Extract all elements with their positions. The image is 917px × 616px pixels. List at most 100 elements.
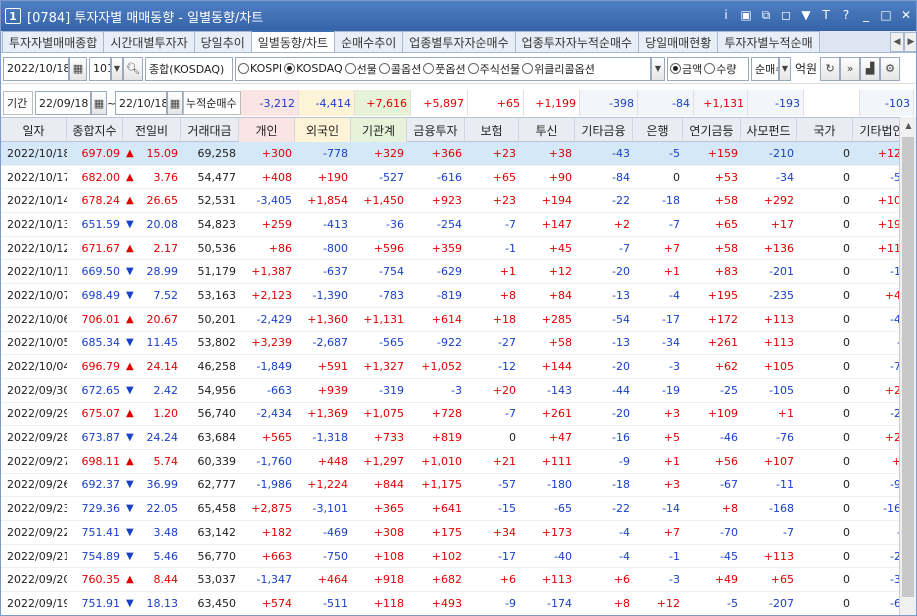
to-calendar-button[interactable]: ▦ [167, 91, 183, 115]
column-header[interactable]: 사모펀드 [741, 118, 797, 142]
table-row[interactable]: 2022/10/13 651.59 ▼ 20.08 54,823 +259 -413 -36 -… [1, 213, 916, 237]
tab-item[interactable]: 시간대별투자자 [103, 31, 195, 52]
settings-button[interactable]: ⚙ [880, 56, 901, 81]
radio-label: KOSDAQ [296, 62, 343, 75]
title-bar-button[interactable]: ◻ [778, 7, 794, 23]
tab-item[interactable]: 순매수추이 [334, 31, 404, 52]
table-row[interactable]: 2022/09/28 673.87 ▼ 24.24 63,684 +565 -1,318 +7… [1, 426, 916, 450]
radio-circle-icon[interactable] [704, 63, 716, 74]
title-bar-button[interactable]: ▣ [738, 7, 754, 23]
radio-circle-icon[interactable] [670, 63, 681, 74]
column-header[interactable]: 기타금융 [575, 118, 633, 142]
column-header[interactable]: 종합지수 [67, 118, 123, 142]
search-button[interactable]: 🔍︎ [123, 56, 143, 81]
radio-circle-icon[interactable] [284, 63, 296, 74]
table-row[interactable]: 2022/09/22 751.41 ▼ 3.48 63,142 +182 -469 +308 +… [1, 521, 916, 545]
type-dropdown-button[interactable]: ▼ [779, 56, 791, 81]
radio-option[interactable]: 수량 [704, 61, 737, 77]
radio-option[interactable]: KOSPI [238, 62, 282, 75]
market-dropdown-button[interactable]: ▼ [651, 56, 665, 81]
period-to-input[interactable]: 22/10/18 [115, 91, 167, 115]
column-header[interactable]: 외국인 [295, 118, 351, 142]
vertical-scrollbar[interactable]: ▲ [899, 117, 916, 615]
title-bar-button[interactable]: i [718, 7, 734, 23]
column-header[interactable]: 기관계 [351, 118, 407, 142]
table-row[interactable]: 2022/10/06 706.01 ▲ 20.67 50,201 -2,429 +1,360… [1, 308, 916, 332]
title-bar-button[interactable]: ✕ [898, 7, 914, 23]
table-row[interactable]: 2022/09/30 672.65 ▼ 2.42 54,956 -663 +939 -319 -… [1, 379, 916, 403]
title-bar-button[interactable]: ⧉ [758, 7, 774, 23]
radio-option[interactable]: KOSDAQ [284, 62, 343, 75]
column-header[interactable]: 연기금등 [683, 118, 741, 142]
title-bar-button[interactable]: ? [838, 7, 854, 23]
table-row[interactable]: 2022/10/17 682.00 ▲ 3.76 54,477 +408 +190 -527 -… [1, 166, 916, 190]
chart-button[interactable]: ▟ [860, 56, 881, 81]
table-row[interactable]: 2022/10/11 669.50 ▼ 28.99 51,179 +1,387 -637 -7… [1, 260, 916, 285]
date-input[interactable]: 2022/10/18 [3, 56, 69, 81]
refresh-button[interactable]: ↻ [820, 56, 841, 81]
column-header[interactable]: 국가 [797, 118, 853, 142]
table-row[interactable]: 2022/10/04 696.79 ▲ 24.14 46,258 -1,849 +591 +1… [1, 355, 916, 379]
table-cell: -319 [379, 383, 404, 397]
code-dropdown-button[interactable]: ▼ [111, 56, 123, 81]
column-header[interactable]: 거래대금 [181, 118, 239, 142]
radio-option[interactable]: 금액 [670, 61, 702, 77]
scroll-thumb[interactable] [902, 137, 914, 597]
table-row[interactable]: 2022/10/14 678.24 ▲ 26.65 52,531 -3,405 +1,854… [1, 189, 916, 214]
market-code-input[interactable]: 101 [89, 56, 111, 81]
tab-item[interactable]: 업종투자자누적순매수 [514, 31, 640, 52]
tab-item[interactable]: 업종별투자자순매수 [402, 31, 516, 52]
table-row[interactable]: 2022/09/20 760.35 ▲ 8.44 53,037 -1,347 +464 +91… [1, 568, 916, 593]
column-header[interactable]: 전일비 [123, 118, 181, 142]
table-row[interactable]: 2022/09/26 692.37 ▼ 36.99 62,777 -1,986 +1,224… [1, 474, 916, 498]
column-header[interactable]: 일자 [1, 118, 67, 142]
change-value: 20.08 [146, 217, 179, 231]
table-row[interactable]: 2022/10/05 685.34 ▼ 11.45 53,802 +3,239 -2,687… [1, 332, 916, 356]
column-header[interactable]: 개인 [239, 118, 295, 142]
next-button[interactable]: » [840, 56, 861, 81]
table-row[interactable]: 2022/09/23 729.36 ▼ 22.05 65,458 +2,875 -3,101… [1, 497, 916, 521]
radio-option[interactable]: 풋옵션 [423, 61, 466, 77]
radio-circle-icon[interactable] [522, 63, 534, 74]
title-bar-button[interactable]: ▼ [798, 7, 814, 23]
radio-circle-icon[interactable] [238, 63, 249, 74]
table-cell: +819 [431, 431, 462, 445]
type-select[interactable]: 순매수 [751, 56, 779, 81]
table-row[interactable]: 2022/10/18 697.09 ▲ 15.09 69,258 +300 -778 +329… [1, 142, 916, 166]
table-row[interactable]: 2022/09/29 675.07 ▲ 1.20 56,740 -2,434 +1,369 +… [1, 403, 916, 427]
scroll-up-icon[interactable]: ▲ [900, 117, 916, 134]
tab-item[interactable]: 당일매매현황 [638, 31, 719, 52]
radio-circle-icon[interactable] [378, 63, 390, 74]
table-cell: +1,052 [421, 360, 462, 374]
title-bar-button[interactable]: _ [858, 7, 874, 23]
column-header[interactable]: 금융투자 [407, 118, 465, 142]
table-row[interactable]: 2022/10/07 698.49 ▼ 7.52 53,163 +2,123 -1,390 -… [1, 284, 916, 308]
tab-item[interactable]: 투자자별누적순매 [717, 31, 820, 52]
from-calendar-button[interactable]: ▦ [91, 91, 107, 115]
column-header[interactable]: 보험 [465, 118, 519, 142]
radio-circle-icon[interactable] [344, 63, 356, 74]
tab-item[interactable]: 일별동향/차트 [250, 30, 336, 52]
table-row[interactable]: 2022/09/27 698.11 ▲ 5.74 60,339 -1,760 +448 +1,… [1, 450, 916, 474]
tab-item[interactable]: 투자자별매매종합 [2, 31, 105, 52]
tab-item[interactable]: 당일추이 [193, 31, 252, 52]
tab-scroll-left-icon[interactable]: ◀ [890, 32, 904, 52]
table-row[interactable]: 2022/09/19 751.91 ▼ 18.13 63,450 +574 -511 +118… [1, 592, 916, 615]
radio-option[interactable]: 선물 [344, 61, 377, 77]
table-row[interactable]: 2022/10/12 671.67 ▲ 2.17 50,536 +86 -800 +596 +3… [1, 237, 916, 261]
radio-option[interactable]: 콜옵션 [378, 61, 421, 77]
column-header[interactable]: 은행 [633, 118, 683, 142]
table-cell: +1,224 [307, 478, 348, 492]
radio-option[interactable]: 주식선물 [467, 61, 520, 77]
table-row[interactable]: 2022/09/21 754.89 ▼ 5.46 56,770 +663 -750 +108 +… [1, 545, 916, 569]
radio-option[interactable]: 위클리콜옵션 [522, 61, 595, 77]
column-header[interactable]: 투신 [519, 118, 575, 142]
calendar-button[interactable]: ▦ [69, 56, 87, 81]
title-bar-button[interactable]: □ [878, 7, 894, 23]
radio-circle-icon[interactable] [467, 63, 479, 74]
radio-circle-icon[interactable] [423, 63, 435, 74]
title-bar-button[interactable]: T [818, 7, 834, 23]
table-cell: 682.00 [81, 170, 121, 184]
period-from-input[interactable]: 22/09/18 [35, 91, 91, 115]
tab-scroll-right-icon[interactable]: ▶ [904, 32, 916, 52]
